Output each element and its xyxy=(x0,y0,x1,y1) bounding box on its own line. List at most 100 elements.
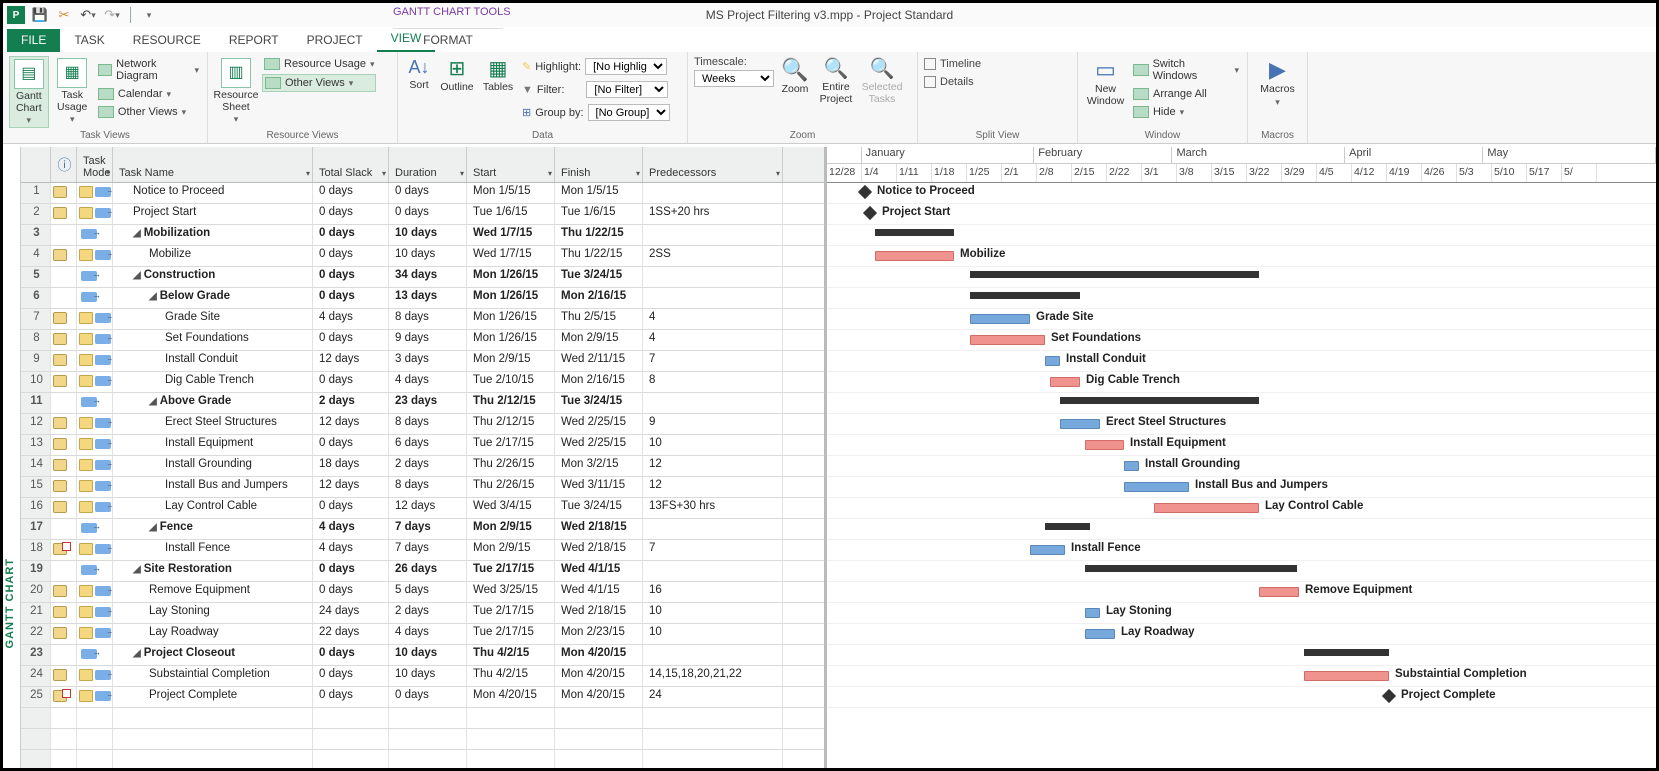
task-name-cell[interactable]: Install Bus and Jumpers xyxy=(165,479,288,491)
chart-row[interactable] xyxy=(827,393,1656,414)
cell-dur[interactable]: 12 days xyxy=(389,498,467,518)
save-icon[interactable]: 💾 xyxy=(31,6,49,24)
other-views-button[interactable]: Other Views ▾ xyxy=(96,104,201,120)
group-row[interactable]: ⊞ Group by: [No Group] xyxy=(520,102,672,123)
task-name-cell[interactable]: Install Fence xyxy=(165,542,230,554)
task-name-cell[interactable]: Install Conduit xyxy=(165,353,238,365)
milestone-marker[interactable] xyxy=(1382,689,1396,703)
cell-finish[interactable]: Mon 4/20/15 xyxy=(555,687,643,707)
cell-dur[interactable]: 8 days xyxy=(389,414,467,434)
cell-slack[interactable]: 0 days xyxy=(313,498,389,518)
cell-dur[interactable]: 0 days xyxy=(389,183,467,203)
cell-slack[interactable]: 0 days xyxy=(313,204,389,224)
col-info[interactable]: ⓘ xyxy=(51,147,77,182)
table-row[interactable]: 22Lay Roadway22 days4 daysTue 2/17/15Mon… xyxy=(21,624,824,645)
cell-dur[interactable]: 10 days xyxy=(389,225,467,245)
table-row-empty[interactable] xyxy=(21,708,824,729)
cell-finish[interactable]: Mon 2/16/15 xyxy=(555,288,643,308)
group-select[interactable]: [No Group] xyxy=(588,104,670,121)
resource-usage-button[interactable]: Resource Usage ▾ xyxy=(262,56,376,72)
chart-row[interactable] xyxy=(827,645,1656,666)
qat-customize-icon[interactable]: ▾ xyxy=(140,6,158,24)
task-name-cell[interactable]: Lay Roadway xyxy=(149,626,219,638)
task-name-cell[interactable]: Below Grade xyxy=(160,290,230,302)
task-usage-button[interactable]: ▦ Task Usage▾ xyxy=(53,56,92,128)
arrange-all-button[interactable]: Arrange All xyxy=(1131,86,1241,102)
task-name-cell[interactable]: Above Grade xyxy=(160,395,232,407)
chart-row[interactable]: Project Start xyxy=(827,204,1656,225)
col-task-name[interactable]: Task Name▾ xyxy=(113,147,313,182)
cell-start[interactable]: Thu 2/12/15 xyxy=(467,393,555,413)
chart-row[interactable]: Dig Cable Trench xyxy=(827,372,1656,393)
table-row[interactable]: 2Project Start0 days0 daysTue 1/6/15Tue … xyxy=(21,204,824,225)
table-row[interactable]: 7Grade Site4 days8 daysMon 1/26/15Thu 2/… xyxy=(21,309,824,330)
cell-start[interactable]: Mon 1/26/15 xyxy=(467,330,555,350)
cell-start[interactable]: Tue 2/17/15 xyxy=(467,561,555,581)
cell-slack[interactable]: 0 days xyxy=(313,267,389,287)
task-bar[interactable] xyxy=(1124,482,1189,492)
table-row[interactable]: 18Install Fence4 days7 daysMon 2/9/15Wed… xyxy=(21,540,824,561)
cell-finish[interactable]: Wed 2/25/15 xyxy=(555,435,643,455)
cell-finish[interactable]: Wed 2/18/15 xyxy=(555,603,643,623)
cell-finish[interactable]: Mon 2/23/15 xyxy=(555,624,643,644)
cell-slack[interactable]: 0 days xyxy=(313,246,389,266)
zoom-button[interactable]: 🔍 Zoom xyxy=(778,56,812,128)
undo-icon[interactable]: ↶▾ xyxy=(79,6,97,24)
chart-row[interactable]: Install Grounding xyxy=(827,456,1656,477)
cell-slack[interactable]: 0 days xyxy=(313,225,389,245)
cell-finish[interactable]: Mon 3/2/15 xyxy=(555,456,643,476)
cell-pred[interactable]: 7 xyxy=(643,351,783,371)
cell-pred[interactable]: 4 xyxy=(643,330,783,350)
chart-body[interactable]: Notice to ProceedProject StartMobilizeGr… xyxy=(827,183,1656,768)
summary-bar[interactable] xyxy=(1060,397,1259,404)
cell-pred[interactable] xyxy=(643,288,783,308)
cell-pred[interactable]: 10 xyxy=(643,624,783,644)
task-bar[interactable] xyxy=(1060,419,1100,429)
cell-slack[interactable]: 22 days xyxy=(313,624,389,644)
cell-dur[interactable]: 13 days xyxy=(389,288,467,308)
table-row[interactable]: 4Mobilize0 days10 daysWed 1/7/15Thu 1/22… xyxy=(21,246,824,267)
cell-pred[interactable]: 4 xyxy=(643,309,783,329)
table-row[interactable]: 11◢Above Grade2 days23 daysThu 2/12/15Tu… xyxy=(21,393,824,414)
collapse-icon[interactable]: ◢ xyxy=(133,228,141,239)
task-bar[interactable] xyxy=(1030,545,1065,555)
cell-finish[interactable]: Wed 2/11/15 xyxy=(555,351,643,371)
cell-dur[interactable]: 34 days xyxy=(389,267,467,287)
switch-windows-button[interactable]: Switch Windows ▾ xyxy=(1131,56,1241,84)
cell-slack[interactable]: 0 days xyxy=(313,330,389,350)
chart-row[interactable]: Install Bus and Jumpers xyxy=(827,477,1656,498)
cell-start[interactable]: Thu 2/26/15 xyxy=(467,477,555,497)
cell-dur[interactable]: 3 days xyxy=(389,351,467,371)
cell-finish[interactable]: Wed 2/18/15 xyxy=(555,540,643,560)
cell-start[interactable]: Mon 1/26/15 xyxy=(467,288,555,308)
tab-task[interactable]: TASK xyxy=(60,29,118,52)
task-bar[interactable] xyxy=(1154,503,1259,513)
cell-pred[interactable]: 2SS xyxy=(643,246,783,266)
task-name-cell[interactable]: Erect Steel Structures xyxy=(165,416,277,428)
cell-start[interactable]: Mon 2/9/15 xyxy=(467,351,555,371)
tab-project[interactable]: PROJECT xyxy=(293,29,377,52)
cell-slack[interactable]: 24 days xyxy=(313,603,389,623)
collapse-icon[interactable]: ◢ xyxy=(149,522,157,533)
cell-dur[interactable]: 9 days xyxy=(389,330,467,350)
collapse-icon[interactable]: ◢ xyxy=(149,396,157,407)
chart-row[interactable]: Erect Steel Structures xyxy=(827,414,1656,435)
cell-dur[interactable]: 8 days xyxy=(389,309,467,329)
task-bar[interactable] xyxy=(1259,587,1299,597)
cell-finish[interactable]: Tue 3/24/15 xyxy=(555,498,643,518)
table-row[interactable]: 17◢Fence4 days7 daysMon 2/9/15Wed 2/18/1… xyxy=(21,519,824,540)
milestone-marker[interactable] xyxy=(863,206,877,220)
cell-pred[interactable]: 14,15,18,20,21,22 xyxy=(643,666,783,686)
table-row[interactable]: 16Lay Control Cable0 days12 daysWed 3/4/… xyxy=(21,498,824,519)
cell-pred[interactable]: 12 xyxy=(643,477,783,497)
task-name-cell[interactable]: Dig Cable Trench xyxy=(165,374,254,386)
table-row[interactable]: 15Install Bus and Jumpers12 days8 daysTh… xyxy=(21,477,824,498)
cell-dur[interactable]: 10 days xyxy=(389,666,467,686)
table-row-empty[interactable] xyxy=(21,750,824,768)
table-row[interactable]: 3◢Mobilization0 days10 daysWed 1/7/15Thu… xyxy=(21,225,824,246)
cell-dur[interactable]: 8 days xyxy=(389,477,467,497)
outline-button[interactable]: ⊞ Outline xyxy=(438,56,476,128)
task-name-cell[interactable]: Project Closeout xyxy=(144,647,235,659)
table-row[interactable]: 13Install Equipment0 days6 daysTue 2/17/… xyxy=(21,435,824,456)
cell-slack[interactable]: 0 days xyxy=(313,645,389,665)
